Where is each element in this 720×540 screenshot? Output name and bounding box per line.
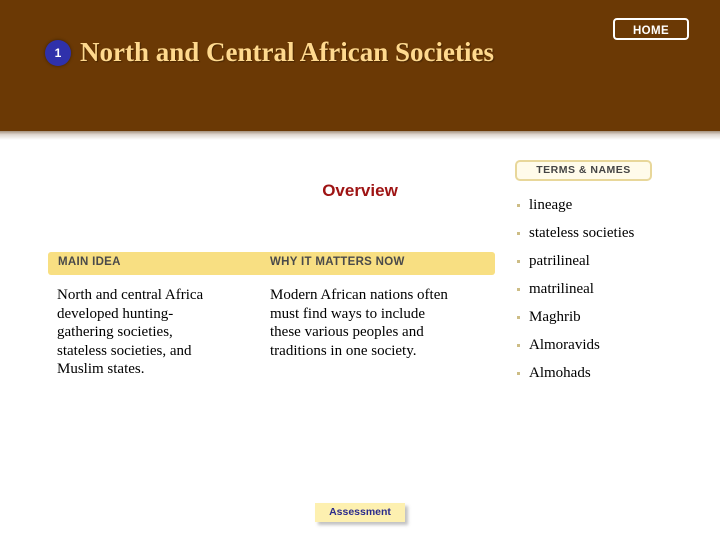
term-label: lineage [529, 197, 573, 213]
term-label: matrilineal [529, 281, 594, 297]
overview-heading: Overview [322, 181, 398, 200]
why-it-matters-text: Modern African nations often must find w… [270, 287, 448, 359]
chapter-number-badge: 1 [45, 40, 71, 66]
term-label: Almohads [529, 365, 591, 381]
list-item[interactable]: stateless societies [515, 225, 715, 242]
list-item[interactable]: Almoravids [515, 337, 715, 354]
list-item[interactable]: Maghrib [515, 309, 715, 326]
header-drop-shadow [0, 131, 720, 140]
term-label: patrilineal [529, 253, 590, 269]
idea-table-header-bar: MAIN IDEA WHY IT MATTERS NOW [48, 252, 495, 275]
term-label: Almoravids [529, 337, 600, 353]
term-label: Maghrib [529, 309, 581, 325]
home-button[interactable]: HOME [613, 18, 689, 40]
list-item[interactable]: Almohads [515, 365, 715, 382]
header-banner: 1 North and Central African Societies HO… [0, 0, 720, 131]
terms-and-names-title: TERMS & NAMES [515, 160, 652, 181]
main-idea-column-header: MAIN IDEA [58, 256, 121, 268]
terms-list: lineage stateless societies patrilineal … [515, 197, 715, 382]
assessment-button[interactable]: Assessment [315, 503, 405, 522]
list-item[interactable]: patrilineal [515, 253, 715, 270]
list-item[interactable]: matrilineal [515, 281, 715, 298]
list-item[interactable]: lineage [515, 197, 715, 214]
why-it-matters-column-header: WHY IT MATTERS NOW [270, 256, 405, 268]
page-title: North and Central African Societies [80, 37, 494, 67]
main-idea-text: North and central Africa developed hunti… [57, 287, 204, 377]
terms-and-names-panel: TERMS & NAMES lineage stateless societie… [515, 160, 715, 393]
term-label: stateless societies [529, 225, 635, 241]
